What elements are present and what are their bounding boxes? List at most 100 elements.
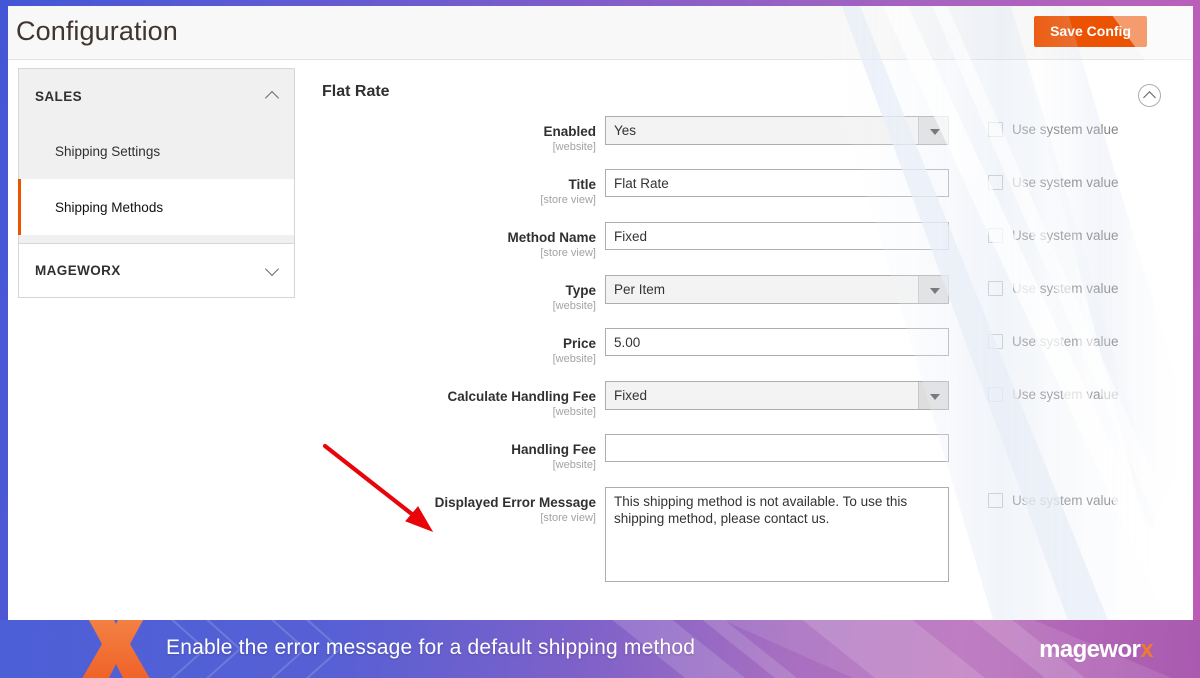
use-system-value-type[interactable]: Use system value	[988, 281, 1119, 296]
scope-text: [store view]	[540, 194, 596, 206]
field-label-type: Type [website]	[308, 283, 596, 313]
use-system-value-label: Use system value	[1012, 122, 1119, 137]
scope-text: [website]	[552, 141, 596, 153]
sidebar-item-shipping-methods[interactable]: Shipping Methods	[18, 179, 295, 235]
field-label-method-name: Method Name [store view]	[308, 230, 596, 260]
checkbox-icon[interactable]	[988, 281, 1003, 296]
field-control-calculate-handling-fee: Fixed	[605, 381, 949, 410]
title-input[interactable]	[605, 169, 949, 197]
use-system-value-method-name[interactable]: Use system value	[988, 228, 1119, 243]
config-sidebar: SALES Shipping Settings Shipping Methods…	[18, 68, 295, 298]
checkbox-icon[interactable]	[988, 175, 1003, 190]
sidebar-section-mageworx-label: MAGEWORX	[35, 263, 121, 278]
checkbox-icon[interactable]	[988, 334, 1003, 349]
section-title: Flat Rate	[322, 83, 390, 100]
magento-admin-screenshot: Configuration Save Config SALES Shipping…	[8, 6, 1193, 620]
sidebar-item-shipping-methods-label: Shipping Methods	[55, 199, 164, 215]
calculate-handling-fee-value: Fixed	[614, 388, 648, 403]
field-label-calculate-handling-fee: Calculate Handling Fee [website]	[308, 389, 596, 419]
label-text: Calculate Handling Fee	[447, 389, 596, 404]
chevron-down-icon[interactable]	[918, 117, 948, 144]
form-row-price: Price [website] Use system value	[308, 328, 1179, 381]
field-control-price	[605, 328, 949, 356]
sidebar-item-shipping-settings-label: Shipping Settings	[55, 143, 161, 159]
section-header: Flat Rate	[308, 68, 1179, 116]
mageworx-logo: mageworx	[1039, 636, 1154, 664]
form-row-method-name: Method Name [store view] Use system valu…	[308, 222, 1179, 275]
use-system-value-title[interactable]: Use system value	[988, 175, 1119, 190]
field-control-enabled: Yes	[605, 116, 949, 145]
chevron-down-icon[interactable]	[918, 276, 948, 303]
checkbox-icon[interactable]	[988, 387, 1003, 402]
bottom-caption-banner: Enable the error message for a default s…	[0, 620, 1200, 678]
use-system-value-label: Use system value	[1012, 175, 1119, 190]
field-control-handling-fee	[605, 434, 949, 462]
enabled-select[interactable]: Yes	[605, 116, 949, 145]
label-text: Method Name	[507, 230, 596, 245]
form-row-displayed-error-message: Displayed Error Message [store view] Use…	[308, 487, 1179, 597]
handling-fee-input[interactable]	[605, 434, 949, 462]
scope-text: [store view]	[540, 512, 596, 524]
form-row-title: Title [store view] Use system value	[308, 169, 1179, 222]
mageworx-x-mark-icon	[82, 620, 150, 678]
admin-page-header: Configuration Save Config	[8, 6, 1193, 60]
checkbox-icon[interactable]	[988, 493, 1003, 508]
enabled-select-value: Yes	[614, 123, 637, 138]
outer-gradient-frame: Configuration Save Config SALES Shipping…	[0, 0, 1200, 678]
chevron-up-circle-icon[interactable]	[1138, 84, 1161, 107]
sidebar-section-mageworx[interactable]: MAGEWORX	[18, 243, 295, 298]
mageworx-logo-accent: x	[1140, 636, 1153, 663]
banner-caption-text: Enable the error message for a default s…	[166, 636, 696, 659]
use-system-value-label: Use system value	[1012, 334, 1119, 349]
scope-text: [website]	[552, 300, 596, 312]
label-text: Handling Fee	[511, 442, 596, 457]
form-row-type: Type [website] Per Item Use system value	[308, 275, 1179, 328]
type-select-value: Per Item	[614, 282, 666, 297]
price-input[interactable]	[605, 328, 949, 356]
label-text: Type	[565, 283, 596, 298]
checkbox-icon[interactable]	[988, 228, 1003, 243]
use-system-value-label: Use system value	[1012, 281, 1119, 296]
mageworx-logo-main: magewor	[1039, 636, 1141, 663]
config-content-panel: Flat Rate Enabled [website] Yes Use syst…	[308, 68, 1179, 597]
form-row-calculate-handling-fee: Calculate Handling Fee [website] Fixed U…	[308, 381, 1179, 434]
chevron-up-icon	[266, 92, 280, 101]
form-row-handling-fee: Handling Fee [website]	[308, 434, 1179, 487]
field-control-method-name	[605, 222, 949, 250]
sidebar-section-sales-label: SALES	[35, 88, 83, 104]
field-control-displayed-error-message	[605, 487, 949, 587]
field-label-title: Title [store view]	[308, 177, 596, 207]
chevron-down-icon[interactable]	[918, 382, 948, 409]
calculate-handling-fee-select[interactable]: Fixed	[605, 381, 949, 410]
use-system-value-label: Use system value	[1012, 228, 1119, 243]
sidebar-divider	[18, 235, 295, 243]
method-name-input[interactable]	[605, 222, 949, 250]
type-select[interactable]: Per Item	[605, 275, 949, 304]
page-title: Configuration	[16, 16, 178, 46]
field-control-title	[605, 169, 949, 197]
use-system-value-enabled[interactable]: Use system value	[988, 122, 1119, 137]
save-config-button[interactable]: Save Config	[1034, 16, 1147, 47]
field-label-displayed-error-message: Displayed Error Message [store view]	[308, 495, 596, 525]
form-row-enabled: Enabled [website] Yes Use system value	[308, 116, 1179, 169]
label-text: Enabled	[543, 124, 596, 139]
use-system-value-displayed-error-message[interactable]: Use system value	[988, 493, 1119, 508]
sidebar-section-sales[interactable]: SALES	[18, 68, 295, 123]
chevron-down-icon	[266, 266, 280, 275]
displayed-error-message-textarea[interactable]	[605, 487, 949, 582]
checkbox-icon[interactable]	[988, 122, 1003, 137]
label-text: Title	[568, 177, 596, 192]
use-system-value-calculate-handling-fee[interactable]: Use system value	[988, 387, 1119, 402]
scope-text: [website]	[552, 459, 596, 471]
field-control-type: Per Item	[605, 275, 949, 304]
sidebar-item-shipping-settings[interactable]: Shipping Settings	[18, 123, 295, 179]
label-text: Price	[562, 336, 596, 351]
field-label-enabled: Enabled [website]	[308, 124, 596, 154]
field-label-handling-fee: Handling Fee [website]	[308, 442, 596, 472]
scope-text: [store view]	[540, 247, 596, 259]
scope-text: [website]	[552, 406, 596, 418]
use-system-value-label: Use system value	[1012, 493, 1119, 508]
scope-text: [website]	[552, 353, 596, 365]
label-text: Displayed Error Message	[434, 495, 596, 510]
use-system-value-price[interactable]: Use system value	[988, 334, 1119, 349]
